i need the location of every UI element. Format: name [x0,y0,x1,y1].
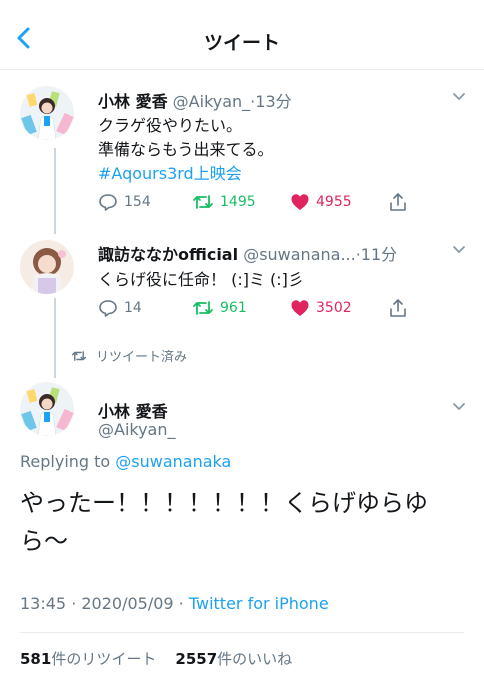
reply-button[interactable]: 154 [98,192,151,212]
timestamp: ·11分 [355,245,398,264]
like-count: 3502 [316,300,352,316]
heart-icon [291,300,309,316]
share-button[interactable] [388,298,408,318]
reply-count: 154 [124,194,151,210]
retweet-icon [193,301,213,315]
replying-to: Replying to @suwananaka [20,452,231,471]
like-count: 4955 [316,194,352,210]
tweet-author: 諏訪ななかofficial @suwanana...·11分 [98,241,397,265]
timestamp: 13:45 · 2020/05/09 · [20,594,184,613]
handle[interactable]: @Aikyan_ [98,420,176,439]
handle[interactable]: @suwanana... [243,245,356,264]
retweet-stat-label: 件のリツイート [51,650,157,668]
display-name[interactable]: 諏訪ななかofficial [98,245,238,264]
tweet-actions: 14 961 3502 [98,298,418,320]
retweet-count: 961 [220,300,247,316]
replying-prefix: Replying to [20,452,111,471]
like-button[interactable]: 3502 [290,298,352,318]
replying-to-link[interactable]: @suwananaka [115,452,231,471]
reply-count: 14 [124,300,142,316]
thread-line [54,148,56,234]
reply-icon [99,300,117,317]
tweet-text-line: やったー！！！！！！！くらげゆらゆ [20,489,428,517]
display-name[interactable]: 小林 愛香 [98,398,168,422]
tweet-text-line: クラゲ役やりたい。 [98,116,243,135]
share-icon [390,193,406,211]
chevron-down-icon[interactable] [452,402,466,412]
top-bar: ツイート [0,0,484,70]
avatar[interactable] [20,382,74,436]
tweet-text-line: 準備ならもう出来てる。 [98,140,274,159]
handle[interactable]: @Aikyan_ [173,92,251,111]
divider [20,632,464,633]
source-link[interactable]: Twitter for iPhone [189,594,329,613]
like-total: 2557 [175,650,218,668]
reply-button[interactable]: 14 [98,298,142,318]
tweet-text: くらげ役に任命！ (:]ミ (:]彡 [98,270,304,289]
retweet-stat[interactable]: 581件のリツイート [20,650,156,668]
thread-line [54,298,56,378]
retweet-icon [193,195,213,209]
share-icon [390,299,406,317]
tweet-author: 小林 愛香 @Aikyan_·13分 [98,88,292,112]
avatar[interactable] [20,86,74,140]
tweet-text-line: ら〜 [20,527,68,555]
like-stat[interactable]: 2557件のいいね [175,650,292,668]
chevron-down-icon[interactable] [452,245,466,255]
heart-icon [291,194,309,210]
display-name[interactable]: 小林 愛香 [98,92,168,111]
tweet-meta: 13:45 · 2020/05/09 · Twitter for iPhone [20,594,329,613]
hashtag-link[interactable]: #Aqours3rd上映会 [98,160,242,184]
retweet-icon [72,350,86,361]
retweet-button[interactable]: 961 [192,298,247,318]
retweet-total: 581 [20,650,52,668]
timestamp: ·13分 [250,92,292,111]
share-button[interactable] [388,192,408,212]
reply-icon [99,194,117,211]
retweet-button[interactable]: 1495 [192,192,256,212]
chevron-down-icon[interactable] [452,92,466,102]
avatar[interactable] [20,240,74,294]
retweeted-indicator: リツイート済み [70,346,187,365]
like-stat-label: 件のいいね [217,650,293,668]
page-title: ツイート [203,32,280,54]
tweet-actions: 154 1495 4955 [98,192,418,214]
tweet-stats: 581件のリツイート 2557件のいいね [20,648,292,669]
retweet-count: 1495 [220,194,256,210]
like-button[interactable]: 4955 [290,192,352,212]
retweeted-label: リツイート済み [96,350,188,365]
